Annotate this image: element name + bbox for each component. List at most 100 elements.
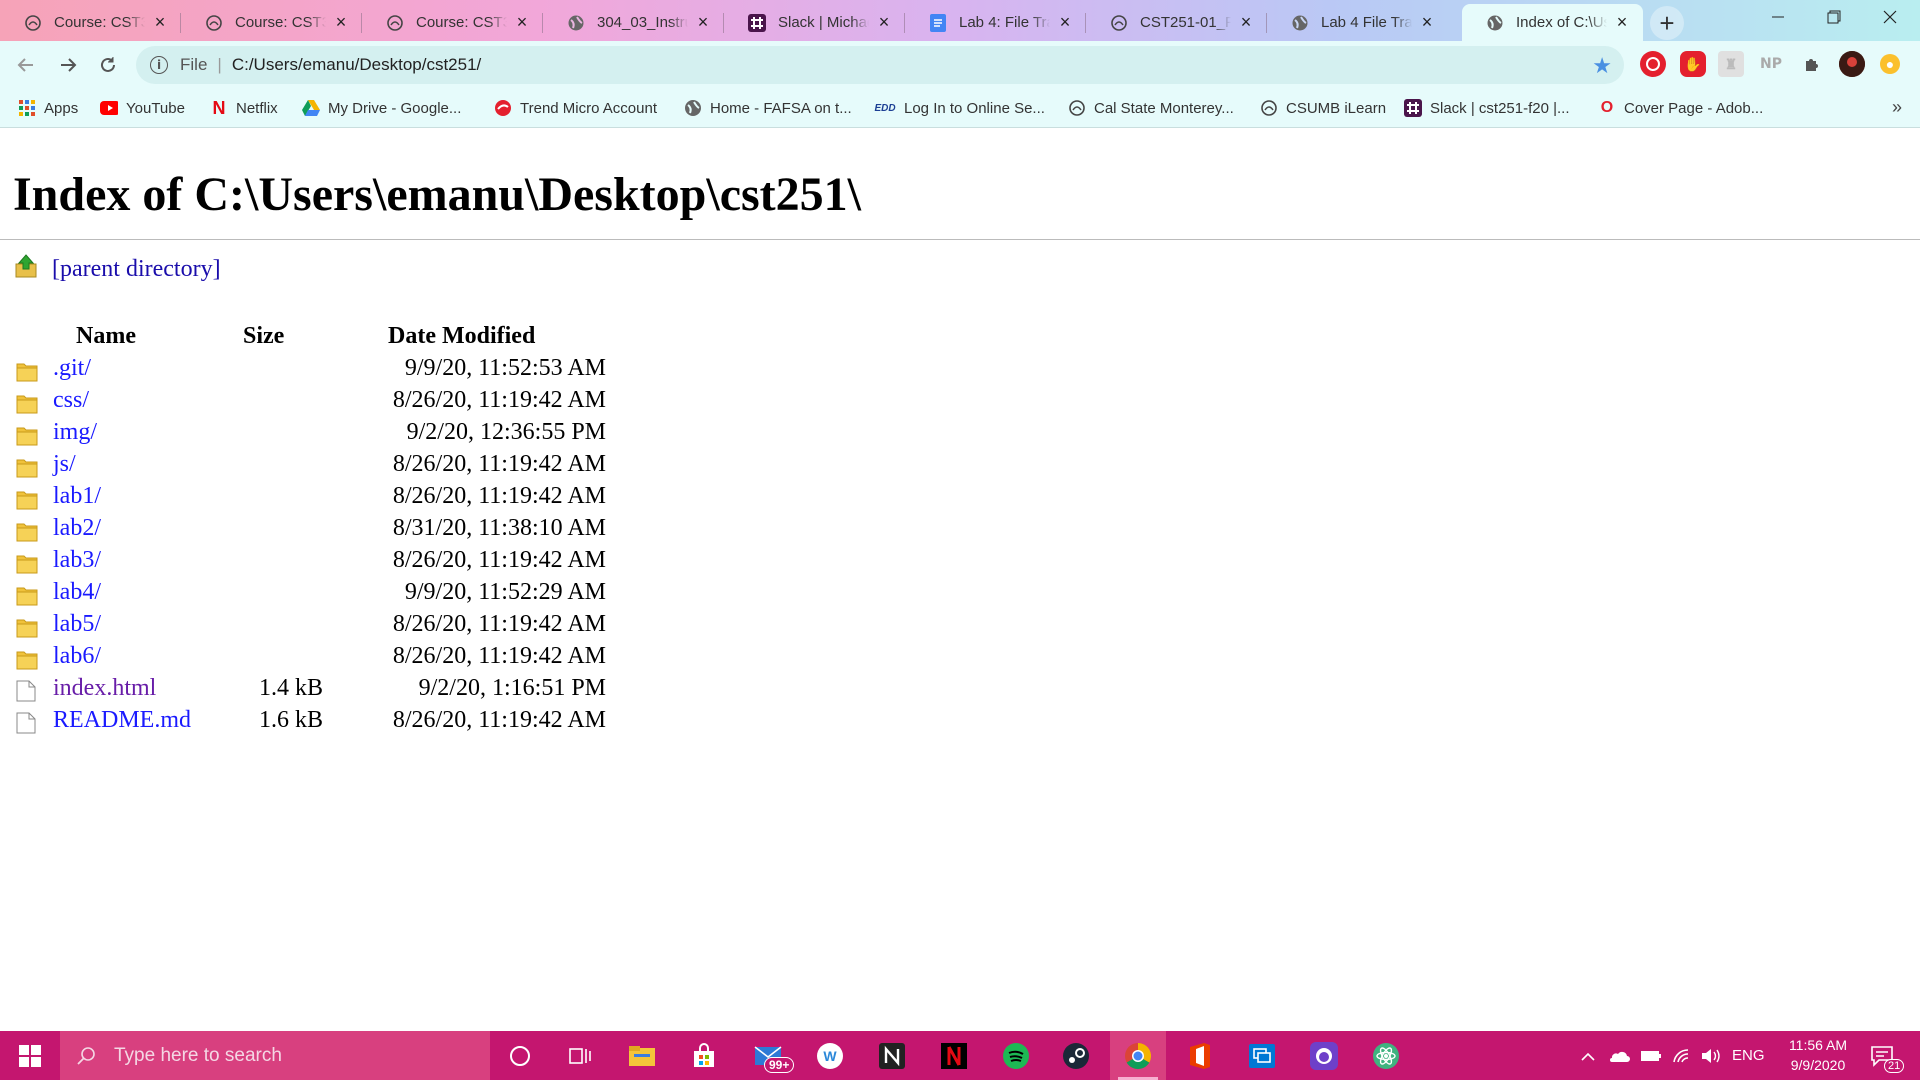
bookmark-my-drive[interactable]: My Drive - Google... [302,88,461,128]
folder-link[interactable]: lab4/ [53,579,101,606]
bookmark-cal-state-monterey[interactable]: Cal State Monterey... [1068,88,1234,128]
microsoft-store-icon[interactable] [676,1031,732,1080]
onedrive-icon[interactable] [1608,1031,1630,1080]
bookmark-csumb-ilearn[interactable]: CSUMB iLearn [1260,88,1386,128]
show-hidden-icons-button[interactable] [1580,1031,1596,1080]
restore-button[interactable] [1806,0,1862,34]
tab-title: Course: CST304 [235,14,326,31]
forward-button[interactable] [52,49,84,81]
bookmark-edd-login[interactable]: EDD Log In to Online Se... [874,88,1045,128]
atom-icon[interactable] [1358,1031,1414,1080]
bookmark-youtube[interactable]: YouTube [100,88,185,128]
page-title: Index of C:\Users\emanu\Desktop\cst251\ [13,168,861,221]
chrome-icon[interactable] [1110,1031,1166,1080]
folder-row: .git/9/9/20, 11:52:53 AM [0,355,700,387]
bookmarks-overflow-button[interactable]: » [1892,97,1902,118]
folder-link[interactable]: lab5/ [53,611,101,638]
ghostery-icon[interactable]: ♜ [1718,51,1744,77]
globe-icon [684,99,702,117]
trend-micro-icon[interactable] [1640,51,1666,77]
folder-link[interactable]: js/ [53,451,76,478]
bookmark-star-icon[interactable]: ★ [1592,53,1612,79]
header-name[interactable]: Name [76,323,136,350]
sync-icon[interactable]: ● [1880,54,1900,74]
date-modified: 9/2/20, 12:36:55 PM [406,419,606,445]
folder-link[interactable]: img/ [53,419,97,446]
close-icon[interactable]: × [1418,12,1436,32]
tab-title: Index of C:\Use [1516,14,1607,31]
wunderlist-icon[interactable]: W [802,1031,858,1080]
taskbar-search[interactable]: Type here to search [60,1031,490,1080]
folder-link[interactable]: .git/ [53,355,91,382]
tab-lab4-doc[interactable]: Lab 4: File Trans × [905,4,1086,41]
file-link[interactable]: index.html [53,675,156,702]
clock[interactable]: 11:56 AM 9/9/2020 [1768,1035,1868,1075]
close-window-button[interactable] [1862,0,1918,34]
globe-icon [1291,14,1309,32]
np-extension-icon[interactable]: NP [1758,51,1784,77]
close-icon[interactable]: × [1237,12,1255,32]
tab-304-instrux[interactable]: 304_03_Instrux × [543,4,724,41]
office-icon[interactable] [1172,1031,1228,1080]
new-tab-button[interactable]: + [1650,6,1684,40]
back-button[interactable] [10,49,42,81]
profile-avatar[interactable] [1839,51,1865,77]
remote-desktop-icon[interactable] [1234,1031,1290,1080]
folder-link[interactable]: css/ [53,387,89,414]
tab-course-cst300[interactable]: Course: CST300 × [362,4,543,41]
url-text[interactable]: C:/Users/emanu/Desktop/cst251/ [232,55,481,75]
steam-icon[interactable] [1048,1031,1104,1080]
tab-title: Slack | Michael [778,14,869,31]
adblock-icon[interactable]: ✋ [1680,51,1706,77]
close-icon[interactable]: × [1056,12,1074,32]
tab-cst251-fa[interactable]: CST251-01_FA2 × [1086,4,1267,41]
battery-icon[interactable] [1640,1031,1662,1080]
minimize-button[interactable] [1750,0,1806,34]
tab-lab4-file-trans[interactable]: Lab 4 File Trans × [1267,4,1448,41]
folder-icon [16,360,38,382]
folder-link[interactable]: lab1/ [53,483,101,510]
spotify-icon[interactable] [988,1031,1044,1080]
wifi-icon[interactable] [1672,1031,1692,1080]
bookmark-apps[interactable]: Apps [18,88,78,128]
windows-taskbar: Type here to search 99+ W ENG 11:56 AM 9… [0,1031,1920,1080]
bookmark-fafsa[interactable]: Home - FAFSA on t... [684,88,852,128]
tab-slack[interactable]: Slack | Michael × [724,4,905,41]
bookmark-netflix[interactable]: N Netflix [210,88,278,128]
mail-icon[interactable]: 99+ [740,1031,796,1080]
folder-link[interactable]: lab6/ [53,643,101,670]
netflix-app-icon[interactable] [926,1031,982,1080]
parent-directory-link[interactable]: [parent directory] [52,256,221,283]
close-icon[interactable]: × [875,12,893,32]
notion-icon[interactable] [864,1031,920,1080]
close-icon[interactable]: × [151,12,169,32]
bookmark-cover-page-adobe[interactable]: O Cover Page - Adob... [1598,88,1763,128]
header-size[interactable]: Size [243,323,284,350]
reload-button[interactable] [92,49,124,81]
cortana-icon[interactable] [492,1031,548,1080]
action-center-button[interactable]: 21 [1870,1031,1905,1080]
folder-link[interactable]: lab2/ [53,515,101,542]
file-link[interactable]: README.md [53,707,191,734]
folder-link[interactable]: lab3/ [53,547,101,574]
close-icon[interactable]: × [332,12,350,32]
close-icon[interactable]: × [1613,12,1631,32]
github-desktop-icon[interactable] [1296,1031,1352,1080]
address-bar[interactable]: i File | C:/Users/emanu/Desktop/cst251/ … [136,46,1624,84]
close-icon[interactable]: × [694,12,712,32]
volume-icon[interactable] [1700,1031,1722,1080]
tab-course-cst345[interactable]: Course: CST345 × [0,4,181,41]
up-arrow-icon [14,254,38,285]
file-explorer-icon[interactable] [614,1031,670,1080]
language-indicator[interactable]: ENG [1732,1031,1765,1080]
info-icon[interactable]: i [150,56,168,74]
close-icon[interactable]: × [513,12,531,32]
extensions-puzzle-icon[interactable] [1799,51,1825,77]
header-date-modified[interactable]: Date Modified [388,323,535,350]
bookmark-slack-cst251[interactable]: Slack | cst251-f20 |... [1404,88,1570,128]
bookmark-trend-micro[interactable]: Trend Micro Account [494,88,657,128]
tab-course-cst304[interactable]: Course: CST304 × [181,4,362,41]
task-view-icon[interactable] [552,1031,608,1080]
start-button[interactable] [0,1031,60,1080]
tab-index-active[interactable]: Index of C:\Use × [1462,4,1643,41]
